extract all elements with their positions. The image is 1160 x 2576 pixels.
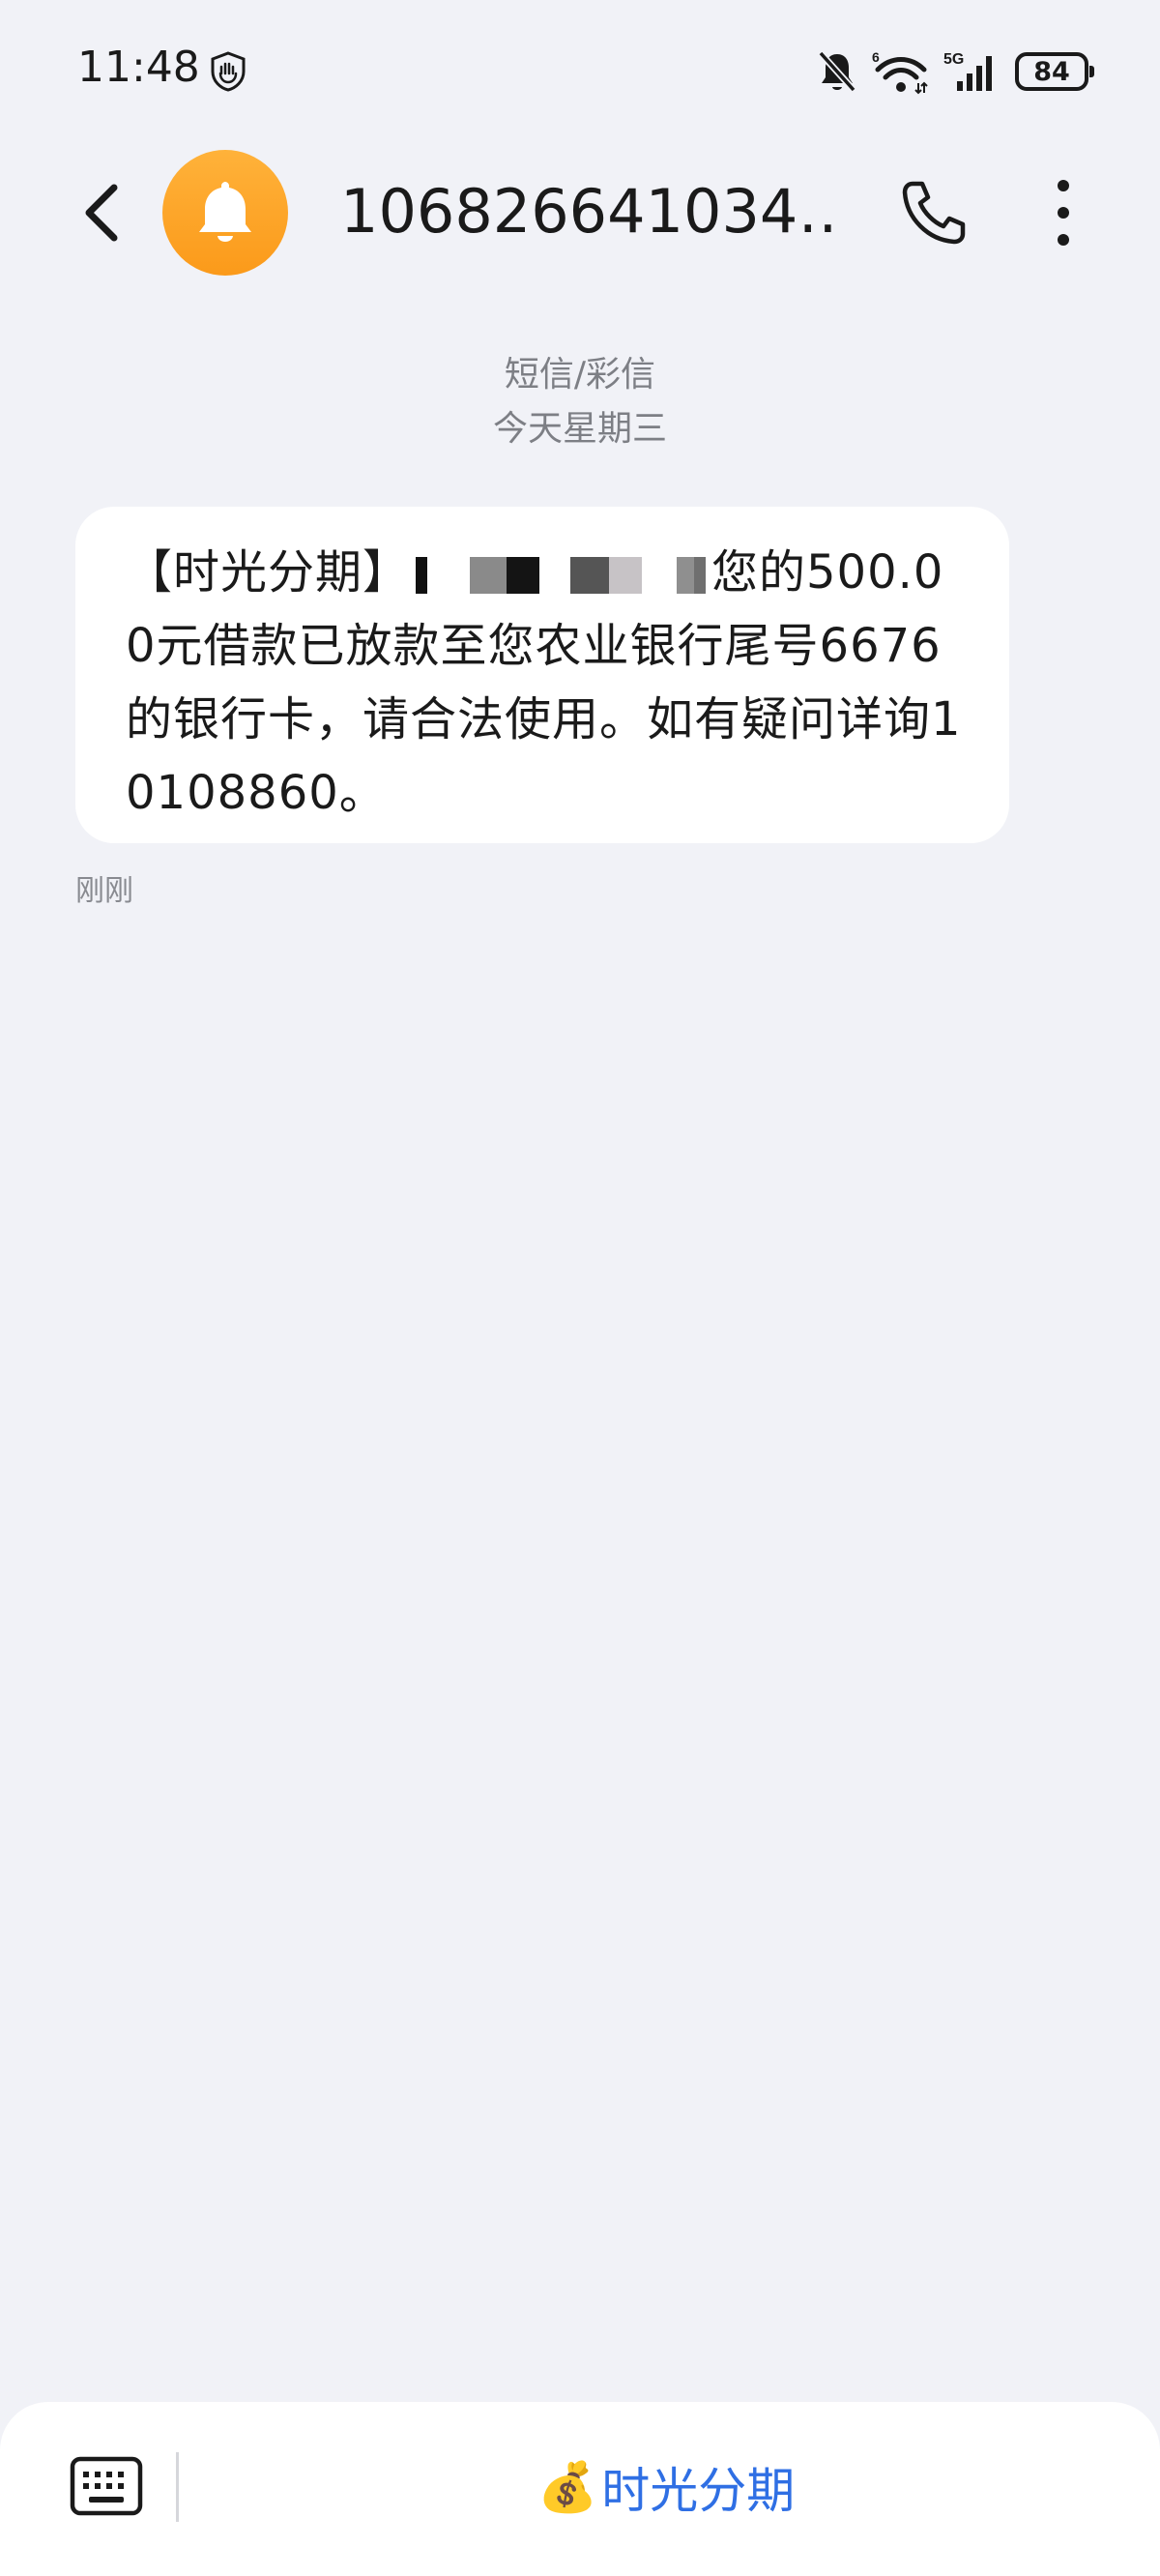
message-text: 【时光分期】 您的500.00元借款已放款至您农业银行尾号6676的银行卡，请合法…	[126, 536, 963, 830]
contact-name: 106826641034…	[340, 176, 843, 247]
thread-meta: 短信/彩信 今天星期三	[0, 348, 1160, 456]
conversation-header: 106826641034…	[0, 145, 1160, 280]
back-button[interactable]	[68, 174, 135, 251]
avatar[interactable]	[162, 150, 288, 276]
message-bubble[interactable]: 【时光分期】 您的500.00元借款已放款至您农业银行尾号6676的银行卡，请合法…	[75, 507, 1009, 843]
more-options-button[interactable]	[1044, 174, 1083, 251]
call-button[interactable]	[897, 176, 971, 249]
mute-bell-icon	[817, 49, 857, 94]
cellular-signal-icon: 5G	[943, 51, 992, 91]
message-time: 刚刚	[75, 874, 133, 908]
message-type-label: 短信/彩信	[504, 355, 656, 395]
battery-icon: 84	[1015, 52, 1094, 91]
redacted-content	[416, 557, 707, 594]
quick-reply-button[interactable]: 💰 时光分期	[537, 2446, 795, 2528]
svg-text:5G: 5G	[943, 51, 964, 68]
status-bar: 11:48 6 5G 84	[0, 0, 1160, 145]
input-bar: 💰 时光分期	[0, 2402, 1160, 2576]
money-bag-icon: 💰	[537, 2458, 598, 2515]
input-divider	[176, 2452, 179, 2522]
quick-reply-label: 时光分期	[601, 2463, 796, 2519]
date-label: 今天星期三	[492, 409, 667, 449]
keyboard-icon[interactable]	[70, 2456, 143, 2516]
bell-icon	[199, 182, 251, 242]
status-icons: 6 5G 84	[816, 44, 1094, 99]
hand-shield-icon	[211, 51, 246, 92]
wifi-icon: 6	[872, 49, 928, 95]
status-time: 11:48	[77, 43, 200, 92]
svg-text:6: 6	[872, 49, 880, 65]
message-prefix: 【时光分期】	[126, 545, 411, 600]
